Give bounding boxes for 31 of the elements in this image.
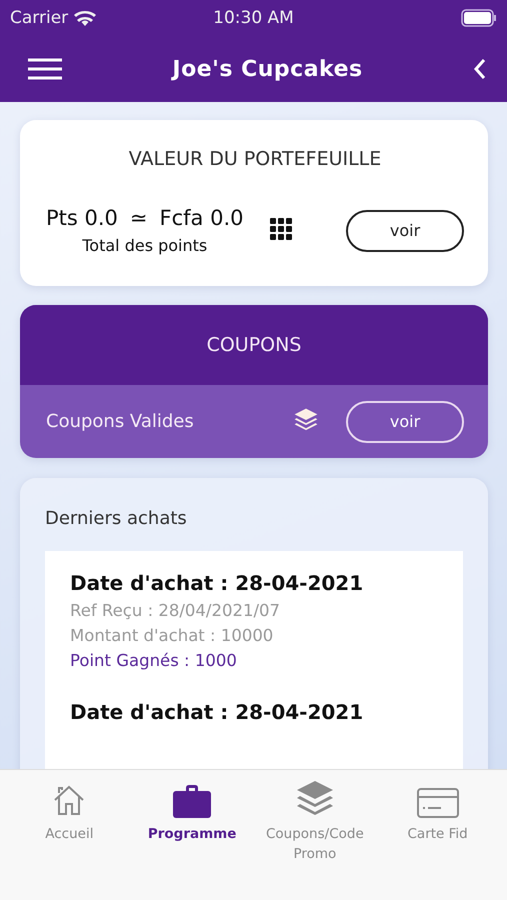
view-button[interactable]: voir <box>346 210 464 252</box>
back-button[interactable] <box>473 58 487 80</box>
card-icon <box>416 788 459 818</box>
app-title: Joe's Cupcakes <box>170 56 364 82</box>
tab-item[interactable]: Programme <box>130 776 254 900</box>
battery-icon <box>461 9 497 27</box>
layers-icon <box>296 780 334 818</box>
purchase-amount: Montant d'achat : 10000 <box>70 626 274 645</box>
points-caption: Total des points <box>82 236 208 255</box>
view-button[interactable]: voir <box>346 400 464 442</box>
briefcase-icon <box>172 782 212 818</box>
approx-sign: ≃ <box>130 206 148 230</box>
grid-icon <box>270 218 292 240</box>
menu-button[interactable] <box>28 58 62 80</box>
points-earned: Point Gagnés : 1000 <box>70 651 238 670</box>
section-title: Derniers achats <box>45 508 188 529</box>
coupons-header: COUPONS <box>20 305 488 385</box>
coupons-label: Coupons Valides <box>46 411 194 432</box>
purchase-date: Date d'achat : 28-04-2021 <box>70 700 364 724</box>
points-value: Pts 0.0 <box>46 206 118 230</box>
tab-item[interactable]: Coupons/Code Promo <box>254 776 376 900</box>
receipt-ref: Ref Reçu : 28/04/2021/07 <box>70 601 282 620</box>
tab-item[interactable]: Accueil <box>8 776 131 900</box>
wifi-icon <box>74 10 96 26</box>
carrier-name: Carrier <box>10 8 68 28</box>
clock-time: 10:30 AM <box>213 8 294 28</box>
layers-icon <box>294 408 318 432</box>
purchase-date: Date d'achat : 28-04-2021 <box>70 571 364 595</box>
tab-item[interactable]: Carte Fid <box>376 776 499 900</box>
currency-value: Fcfa 0.0 <box>160 206 244 230</box>
card-title: VALEUR DU PORTEFEUILLE <box>128 148 382 170</box>
